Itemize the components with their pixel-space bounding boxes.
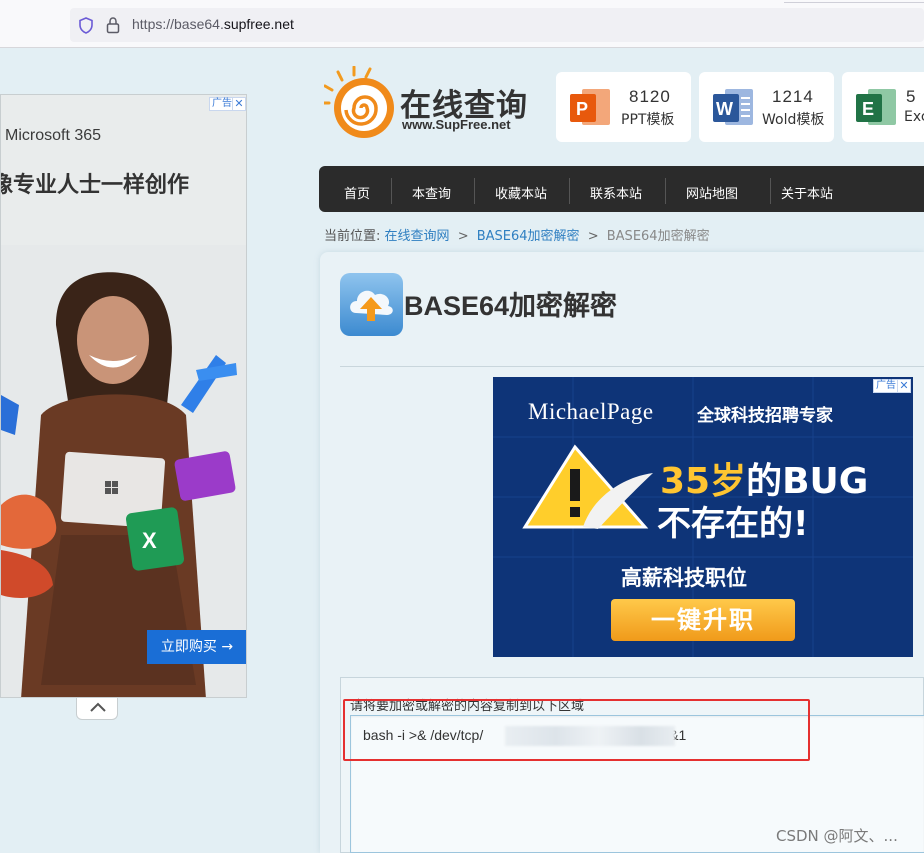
ad-close-icon[interactable]: ✕ xyxy=(232,97,246,111)
ppt-letter: P xyxy=(576,99,588,119)
cloud-upload-icon xyxy=(340,273,403,336)
buy-now-button[interactable]: 立即购买 → xyxy=(147,630,246,664)
tab-strip-edge xyxy=(784,0,924,3)
breadcrumb-separator: > xyxy=(457,229,469,244)
lock-icon[interactable] xyxy=(106,16,120,34)
watermark: CSDN @阿文、... xyxy=(776,827,898,845)
ad-badge: 广告 xyxy=(873,379,899,393)
nav-divider xyxy=(665,178,666,204)
nav-divider xyxy=(569,178,570,204)
red-highlight-box xyxy=(343,699,810,761)
powerpoint-icon: P xyxy=(570,89,610,125)
breadcrumb-home-link[interactable]: 在线查询网 xyxy=(385,229,450,244)
nav-this-query[interactable]: 本查询 xyxy=(412,183,451,202)
svg-text:X: X xyxy=(142,528,157,553)
nav-divider xyxy=(474,178,475,204)
breadcrumb-section-link[interactable]: BASE64加密解密 xyxy=(477,229,580,244)
nav-contact[interactable]: 联系本站 xyxy=(590,183,642,202)
ad-headline: 像专业人士一样创作 xyxy=(0,173,190,198)
chevron-up-icon xyxy=(90,702,106,712)
word-letter: W xyxy=(716,99,733,119)
michael-page-ad[interactable]: 广告 ✕ MichaelPage 全球科技招聘专家 35岁的BUG 不存在的! … xyxy=(493,377,913,657)
nav-about[interactable]: 关于本站 xyxy=(781,183,833,202)
breadcrumb-current: BASE64加密解密 xyxy=(606,229,710,244)
breadcrumb: 当前位置: 在线查询网 > BASE64加密解密 > BASE64加密解密 xyxy=(324,225,710,244)
nav-home[interactable]: 首页 xyxy=(344,183,370,202)
site-logo-subtitle: www.SupFree.net xyxy=(402,117,511,132)
ppt-template-card[interactable]: P 8120 PPT模板 xyxy=(556,72,691,142)
browser-toolbar: https://base64.supfree.net xyxy=(0,0,924,48)
left-ad-banner[interactable]: X 广告 ✕ Microsoft 365 像专业人士一样创作 立即购买 → xyxy=(0,94,247,698)
page-title: BASE64加密解密 xyxy=(404,291,618,321)
excel-count: 5 xyxy=(906,87,917,106)
excel-letter: E xyxy=(862,99,874,119)
nav-divider xyxy=(770,178,771,204)
excel-template-card[interactable]: E 5 Exc xyxy=(842,72,924,142)
ad-subline: 高薪科技职位 xyxy=(621,566,747,590)
ad-close-icon[interactable]: ✕ xyxy=(897,379,911,393)
nav-divider xyxy=(391,178,392,204)
main-nav: 首页 本查询 收藏本站 联系本站 网站地图 关于本站 xyxy=(319,166,924,212)
ad-brand: MichaelPage xyxy=(528,399,654,424)
word-icon: W xyxy=(713,89,753,125)
url-prefix: https://base64. xyxy=(132,16,224,32)
url-text[interactable]: https://base64.supfree.net xyxy=(132,16,294,32)
breadcrumb-separator: > xyxy=(587,229,599,244)
ad-cta-button[interactable]: 一键升职 xyxy=(611,599,795,641)
shield-icon[interactable] xyxy=(78,17,94,34)
ppt-count: 8120 xyxy=(629,87,671,106)
excel-label: Exc xyxy=(904,109,924,125)
title-divider xyxy=(340,366,924,367)
ad-brand: Microsoft 365 xyxy=(5,127,102,144)
ad-tagline: 全球科技招聘专家 xyxy=(697,406,833,426)
ppt-label: PPT模板 xyxy=(621,112,675,128)
nav-bookmark[interactable]: 收藏本站 xyxy=(495,183,547,202)
url-domain: supfree.net xyxy=(223,16,294,32)
excel-icon: E xyxy=(856,89,896,125)
breadcrumb-prefix: 当前位置: xyxy=(324,229,381,244)
site-logo-icon[interactable] xyxy=(324,66,396,140)
word-label: Wold模板 xyxy=(762,112,825,128)
collapse-ad-button[interactable] xyxy=(76,698,118,720)
nav-sitemap[interactable]: 网站地图 xyxy=(686,183,738,202)
word-template-card[interactable]: W 1214 Wold模板 xyxy=(699,72,834,142)
word-count: 1214 xyxy=(772,87,814,106)
ad-headline-2: 不存在的! xyxy=(657,504,809,544)
